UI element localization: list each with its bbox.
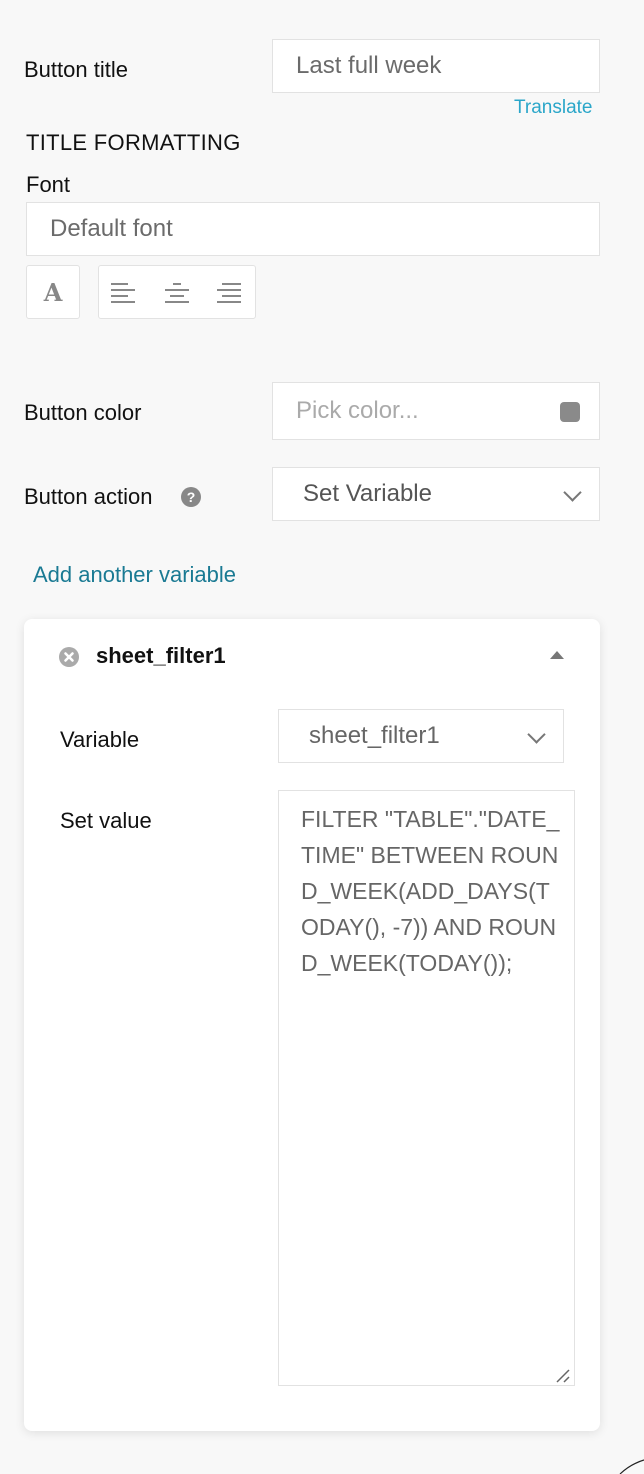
button-action-label: Button action [24, 484, 153, 509]
resize-handle-icon[interactable] [555, 1368, 571, 1384]
button-title-label: Button title [24, 57, 128, 82]
variable-label: Variable [60, 727, 140, 752]
button-title-value: Last full week [296, 52, 442, 79]
translate-link[interactable]: Translate [514, 97, 593, 119]
collapse-caret-icon[interactable] [550, 651, 564, 659]
button-title-input[interactable]: Last full week [272, 39, 600, 93]
variable-card-title: sheet_filter1 [96, 643, 226, 668]
font-label: Font [26, 172, 71, 197]
font-select[interactable]: Default font [26, 202, 600, 256]
chevron-down-icon [563, 483, 582, 502]
font-style-button[interactable]: A [26, 265, 80, 319]
variable-select[interactable]: sheet_filter1 [278, 709, 564, 763]
partial-circle-icon [619, 1459, 644, 1474]
button-action-select[interactable]: Set Variable [272, 467, 600, 521]
help-icon[interactable]: ? [181, 487, 201, 507]
alignment-group [98, 265, 256, 319]
button-color-placeholder: Pick color... [296, 397, 419, 424]
set-value-label: Set value [60, 808, 152, 833]
button-color-input[interactable]: Pick color... [272, 382, 600, 440]
button-color-label: Button color [24, 400, 142, 425]
align-left-icon[interactable] [111, 283, 137, 303]
set-value-textarea[interactable]: FILTER "TABLE"."DATE_TIME" BETWEEN ROUND… [278, 790, 575, 1386]
remove-variable-icon[interactable] [59, 647, 79, 667]
add-another-variable-link[interactable]: Add another variable [33, 562, 236, 588]
align-right-icon[interactable] [217, 283, 243, 303]
font-style-icon: A [43, 278, 63, 307]
align-center-icon[interactable] [165, 283, 191, 303]
button-action-value: Set Variable [303, 480, 432, 507]
variable-value: sheet_filter1 [309, 722, 440, 749]
chevron-down-icon [527, 725, 546, 744]
title-formatting-heading: TITLE FORMATTING [26, 130, 241, 155]
font-value: Default font [50, 215, 173, 242]
color-swatch-icon[interactable] [560, 402, 580, 422]
